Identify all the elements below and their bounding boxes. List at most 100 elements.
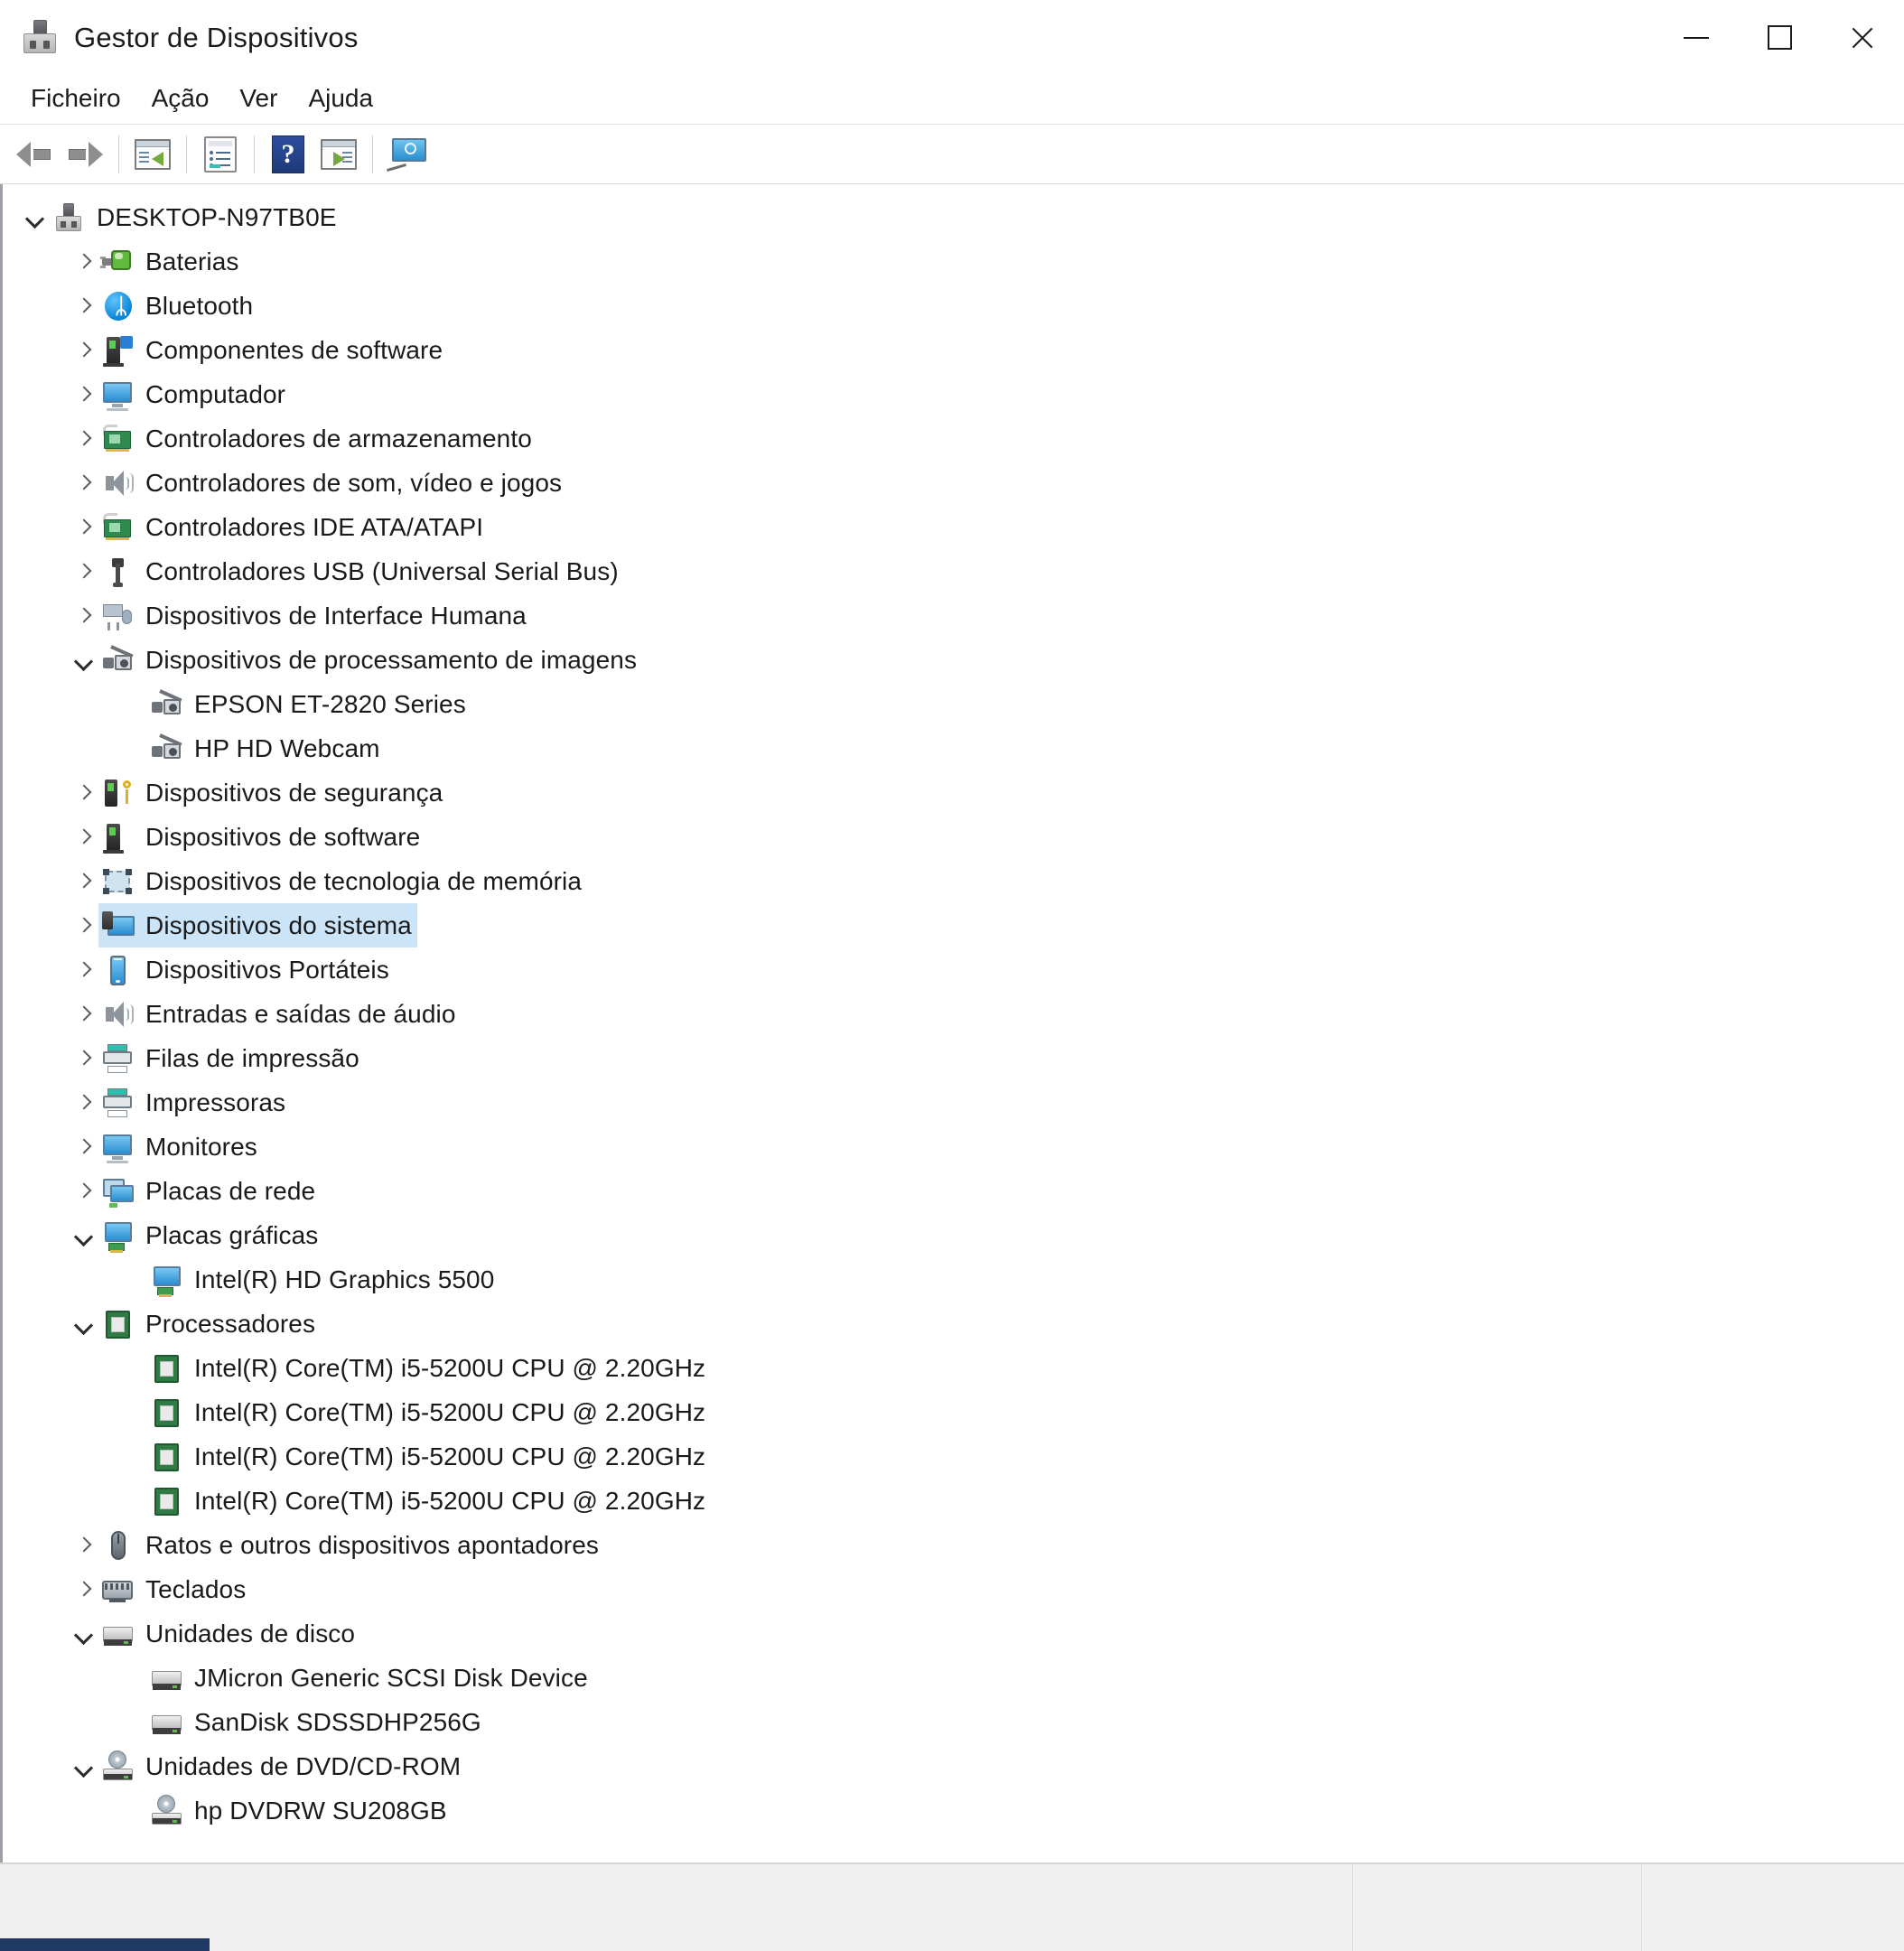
tree-row[interactable]: Ratos e outros dispositivos apontadores — [3, 1523, 1904, 1567]
tree-row[interactable]: Dispositivos Portáteis — [3, 947, 1904, 992]
tree-row[interactable]: Intel(R) Core(TM) i5-5200U CPU @ 2.20GHz — [3, 1434, 1904, 1479]
tree-row[interactable]: Controladores IDE ATA/ATAPI — [3, 505, 1904, 549]
show-hide-console-tree-button[interactable] — [127, 129, 178, 180]
tree-row[interactable]: Unidades de disco — [3, 1611, 1904, 1656]
show-hide-action-pane-button[interactable] — [313, 129, 364, 180]
chevron-right-icon[interactable] — [71, 339, 95, 362]
chevron-right-icon[interactable] — [71, 826, 95, 849]
tree-row[interactable]: Componentes de software — [3, 328, 1904, 372]
chevron-down-icon[interactable] — [23, 206, 46, 229]
speaker-icon — [100, 466, 135, 500]
scan-for-hardware-changes-button[interactable] — [381, 129, 432, 180]
tree-row[interactable]: Monitores — [3, 1125, 1904, 1169]
hid-icon — [100, 599, 135, 633]
processor-icon — [149, 1484, 183, 1518]
computer-root-icon — [51, 201, 86, 235]
tree-row[interactable]: Intel(R) Core(TM) i5-5200U CPU @ 2.20GHz — [3, 1479, 1904, 1523]
mouse-icon — [100, 1528, 135, 1563]
chevron-right-icon[interactable] — [71, 1534, 95, 1557]
tree-row[interactable]: Placas de rede — [3, 1169, 1904, 1213]
chevron-down-icon[interactable] — [71, 1224, 95, 1247]
tree-row[interactable]: JMicron Generic SCSI Disk Device — [3, 1656, 1904, 1700]
chevron-right-icon[interactable] — [71, 1180, 95, 1203]
menu-ver[interactable]: Ver — [224, 80, 293, 118]
tree-row-label: Baterias — [145, 247, 239, 275]
device-tree-panel[interactable]: DESKTOP-N97TB0E Baterias ᛦ Bluetooth Compone… — [0, 184, 1904, 1882]
tree-row[interactable]: Placas gráficas — [3, 1213, 1904, 1257]
chevron-right-icon[interactable] — [71, 1578, 95, 1601]
chevron-right-icon[interactable] — [71, 250, 95, 274]
tree-row[interactable]: HP HD Webcam — [3, 726, 1904, 770]
chevron-down-icon[interactable] — [71, 1755, 95, 1778]
tree-row[interactable]: Dispositivos de Interface Humana — [3, 593, 1904, 638]
chevron-down-icon[interactable] — [71, 649, 95, 672]
forward-button[interactable] — [60, 129, 110, 180]
chevron-right-icon[interactable] — [71, 1135, 95, 1159]
chevron-down-icon[interactable] — [71, 1312, 95, 1336]
tree-row[interactable]: Computador — [3, 372, 1904, 416]
close-button[interactable] — [1821, 0, 1904, 75]
chevron-right-icon[interactable] — [71, 560, 95, 583]
tree-row[interactable]: Impressoras — [3, 1080, 1904, 1125]
menu-acao[interactable]: Ação — [136, 80, 225, 118]
chevron-right-icon[interactable] — [71, 870, 95, 893]
window-title: Gestor de Dispositivos — [74, 21, 359, 53]
tree-row-label: Controladores de som, vídeo e jogos — [145, 468, 563, 497]
chevron-right-icon[interactable] — [71, 781, 95, 805]
chevron-right-icon[interactable] — [71, 516, 95, 539]
tree-row[interactable]: Controladores de armazenamento — [3, 416, 1904, 461]
tree-row[interactable]: Intel(R) Core(TM) i5-5200U CPU @ 2.20GHz — [3, 1390, 1904, 1434]
tree-row[interactable]: Dispositivos do sistema — [3, 903, 1904, 947]
chevron-right-icon[interactable] — [71, 958, 95, 982]
chevron-right-icon[interactable] — [71, 471, 95, 495]
software-device-icon — [100, 820, 135, 854]
tree-row-label: Intel(R) HD Graphics 5500 — [194, 1265, 495, 1293]
tree-row[interactable]: ᛦ Bluetooth — [3, 284, 1904, 328]
chevron-right-icon[interactable] — [71, 1091, 95, 1115]
chevron-right-icon[interactable] — [71, 427, 95, 451]
bluetooth-icon: ᛦ — [100, 289, 135, 323]
help-button[interactable]: ? — [263, 129, 313, 180]
chevron-right-icon[interactable] — [71, 383, 95, 406]
status-text — [0, 1864, 1352, 1882]
chevron-right-icon[interactable] — [71, 1047, 95, 1070]
tree-row[interactable]: Controladores USB (Universal Serial Bus) — [3, 549, 1904, 593]
maximize-button[interactable] — [1738, 0, 1821, 75]
tree-row[interactable]: Entradas e saídas de áudio — [3, 992, 1904, 1036]
tree-root-row[interactable]: DESKTOP-N97TB0E — [3, 195, 1904, 239]
tree-row[interactable]: SanDisk SDSSDHP256G — [3, 1700, 1904, 1744]
tree-row[interactable]: Dispositivos de processamento de imagens — [3, 638, 1904, 682]
chevron-right-icon[interactable] — [71, 294, 95, 318]
device-tree[interactable]: DESKTOP-N97TB0E Baterias ᛦ Bluetooth Compone… — [3, 184, 1904, 1833]
tree-row[interactable]: Dispositivos de software — [3, 815, 1904, 859]
chevron-right-icon[interactable] — [71, 604, 95, 628]
tree-row[interactable]: hp DVDRW SU208GB — [3, 1788, 1904, 1833]
chevron-right-icon[interactable] — [71, 1003, 95, 1026]
tree-row-label: DESKTOP-N97TB0E — [97, 202, 337, 231]
chevron-down-icon[interactable] — [71, 1622, 95, 1646]
tree-row[interactable]: Intel(R) Core(TM) i5-5200U CPU @ 2.20GHz — [3, 1346, 1904, 1390]
tree-row[interactable]: Processadores — [3, 1302, 1904, 1346]
menu-ficheiro[interactable]: Ficheiro — [15, 80, 136, 118]
toolbar-separator — [254, 135, 255, 173]
tree-row[interactable]: Controladores de som, vídeo e jogos — [3, 461, 1904, 505]
tree-row[interactable]: EPSON ET-2820 Series — [3, 682, 1904, 726]
usb-icon — [100, 555, 135, 589]
tree-row[interactable]: Dispositivos de segurança — [3, 770, 1904, 815]
menu-ajuda[interactable]: Ajuda — [293, 80, 388, 118]
tree-row[interactable]: Intel(R) HD Graphics 5500 — [3, 1257, 1904, 1302]
tree-row[interactable]: Dispositivos de tecnologia de memória — [3, 859, 1904, 903]
tree-row[interactable]: Teclados — [3, 1567, 1904, 1611]
properties-button[interactable] — [195, 129, 246, 180]
tree-row-label: Entradas e saídas de áudio — [145, 999, 456, 1028]
back-button[interactable] — [9, 129, 60, 180]
tree-row[interactable]: Baterias — [3, 239, 1904, 284]
imaging-device-icon — [149, 732, 183, 766]
disk-drive-icon — [149, 1705, 183, 1740]
tree-row[interactable]: Unidades de DVD/CD-ROM — [3, 1744, 1904, 1788]
tree-row[interactable]: Filas de impressão — [3, 1036, 1904, 1080]
minimize-button[interactable] — [1655, 0, 1738, 75]
chevron-right-icon[interactable] — [71, 914, 95, 938]
